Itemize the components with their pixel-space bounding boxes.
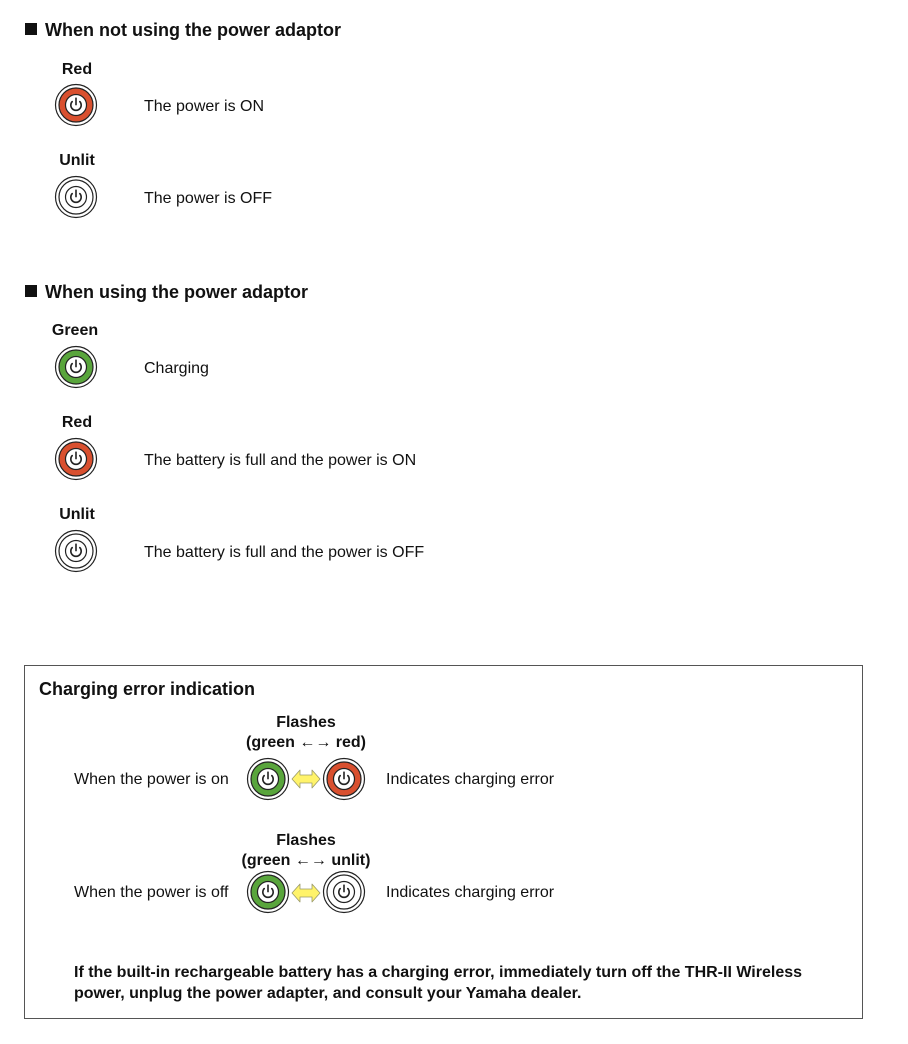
section-title-no-adaptor: When not using the power adaptor	[25, 19, 341, 41]
state-description: Charging	[144, 360, 209, 377]
state-label-unlit: Unlit	[59, 506, 95, 523]
flash-label: Flashes (green ←→ red)	[245, 714, 366, 751]
error-note: If the built-in rechargeable battery has…	[74, 964, 803, 1002]
state-description: The battery is full and the power is OFF	[144, 544, 425, 561]
power-icon	[322, 870, 366, 914]
state-description: The power is OFF	[144, 190, 273, 207]
error-condition: When the power is on	[74, 771, 229, 788]
square-bullet-icon	[25, 23, 37, 35]
error-condition: When the power is off	[74, 884, 229, 901]
error-result: Indicates charging error	[386, 884, 555, 901]
flash-label: Flashes (green ←→ unlit)	[241, 832, 371, 869]
power-icon	[246, 757, 290, 801]
section-title-adaptor: When using the power adaptor	[25, 281, 308, 303]
power-icon	[322, 757, 366, 801]
state-label-red: Red	[61, 414, 93, 431]
state-label-unlit: Unlit	[59, 152, 95, 169]
power-icon	[54, 437, 98, 481]
double-arrow-icon	[291, 883, 321, 903]
state-description: The power is ON	[144, 98, 265, 115]
state-label-red: Red	[61, 61, 93, 78]
state-description: The battery is full and the power is ON	[144, 452, 417, 469]
power-icon	[54, 529, 98, 573]
power-icon	[54, 175, 98, 219]
error-result: Indicates charging error	[386, 771, 555, 788]
square-bullet-icon	[25, 285, 37, 297]
double-arrow-icon	[291, 769, 321, 789]
power-icon	[54, 83, 98, 127]
power-icon	[54, 345, 98, 389]
error-box-title: Charging error indication	[39, 679, 256, 699]
state-label-green: Green	[51, 322, 99, 339]
power-icon	[246, 870, 290, 914]
